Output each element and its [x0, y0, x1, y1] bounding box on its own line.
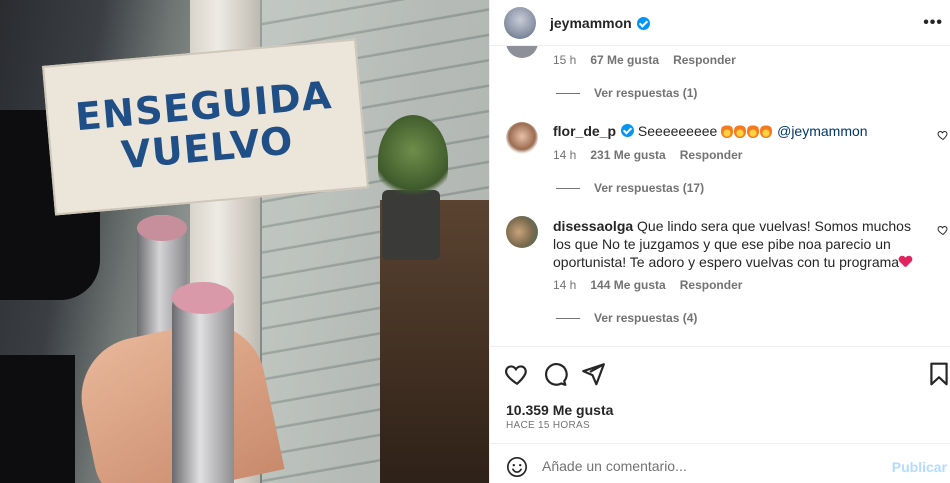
- comment-username[interactable]: flor_de_p: [553, 123, 616, 139]
- comment-avatar[interactable]: [506, 216, 538, 248]
- post-photo[interactable]: ENSEGUIDA VUELVO: [0, 0, 489, 483]
- comment-username[interactable]: disessaolga: [553, 218, 633, 234]
- comment-likes[interactable]: 67 Me gusta: [590, 53, 659, 67]
- comment-input[interactable]: [542, 454, 882, 478]
- fire-emoji-icons: [721, 123, 773, 139]
- photo-sign: ENSEGUIDA VUELVO: [42, 38, 369, 216]
- post-header: jeymammon •••: [490, 0, 950, 46]
- comment-composer: Publicar: [490, 443, 950, 483]
- emoji-picker-icon[interactable]: [506, 456, 528, 478]
- replies-line: [556, 317, 580, 319]
- view-replies-button[interactable]: Ver respuestas (17): [556, 181, 704, 195]
- like-comment-heart-icon[interactable]: [937, 129, 949, 141]
- comment-likes[interactable]: 144 Me gusta: [590, 278, 665, 292]
- replies-line: [556, 92, 580, 94]
- share-send-icon[interactable]: [580, 361, 606, 387]
- like-heart-icon[interactable]: [504, 361, 530, 387]
- verified-badge-icon: [636, 17, 650, 30]
- comment-body: flor_de_p Seeeeeeeee @jeymammon: [553, 122, 913, 140]
- like-comment-heart-icon[interactable]: [937, 224, 949, 236]
- comment-bubble-icon[interactable]: [542, 361, 568, 387]
- comments-list: 15 h 67 Me gusta Responder Ver respuestas …: [490, 46, 950, 346]
- reply-button[interactable]: Responder: [680, 278, 743, 292]
- comment-meta: 15 h 67 Me gusta Responder: [553, 53, 736, 67]
- comment-avatar[interactable]: [506, 46, 538, 58]
- post-likes-count[interactable]: 10.359 Me gusta: [506, 402, 613, 418]
- reply-button[interactable]: Responder: [673, 53, 736, 67]
- author-username[interactable]: jeymammon: [550, 15, 632, 31]
- comment-time[interactable]: 15 h: [553, 53, 576, 67]
- more-options-icon[interactable]: •••: [923, 14, 943, 32]
- post-actions: 10.359 Me gusta HACE 15 HORAS: [490, 346, 950, 444]
- view-replies-button[interactable]: Ver respuestas (1): [556, 86, 697, 100]
- red-heart-emoji-icon: [899, 256, 912, 268]
- view-replies-button[interactable]: Ver respuestas (4): [556, 311, 697, 325]
- photo-dark-shape-lower: [0, 355, 75, 483]
- photo-plant: [378, 115, 448, 205]
- view-replies-label: Ver respuestas (17): [594, 181, 705, 195]
- view-replies-label: Ver respuestas (4): [594, 311, 698, 325]
- comment-time[interactable]: 14 h: [553, 148, 576, 162]
- comment-mention[interactable]: @jeymammon: [777, 123, 867, 139]
- comment-body: disessaolga Que lindo sera que vuelvas! …: [553, 217, 913, 271]
- comment-text: Seeeeeeeee: [637, 123, 718, 139]
- reply-button[interactable]: Responder: [680, 148, 743, 162]
- replies-line: [556, 187, 580, 189]
- save-bookmark-icon[interactable]: [926, 361, 950, 387]
- view-replies-label: Ver respuestas (1): [594, 86, 698, 100]
- post-timestamp[interactable]: HACE 15 HORAS: [506, 420, 590, 431]
- comment-meta: 14 h 144 Me gusta Responder: [553, 278, 742, 292]
- comment-likes[interactable]: 231 Me gusta: [590, 148, 665, 162]
- comment-avatar[interactable]: [506, 122, 538, 154]
- comment-meta: 14 h 231 Me gusta Responder: [553, 148, 742, 162]
- comment-time[interactable]: 14 h: [553, 278, 576, 292]
- post-side-panel: jeymammon ••• 15 h 67 Me gusta Responder V…: [489, 0, 950, 483]
- author-avatar[interactable]: [504, 6, 536, 39]
- verified-badge-icon: [621, 124, 635, 137]
- door-handle-front: [172, 282, 234, 483]
- publish-button[interactable]: Publicar: [892, 459, 947, 475]
